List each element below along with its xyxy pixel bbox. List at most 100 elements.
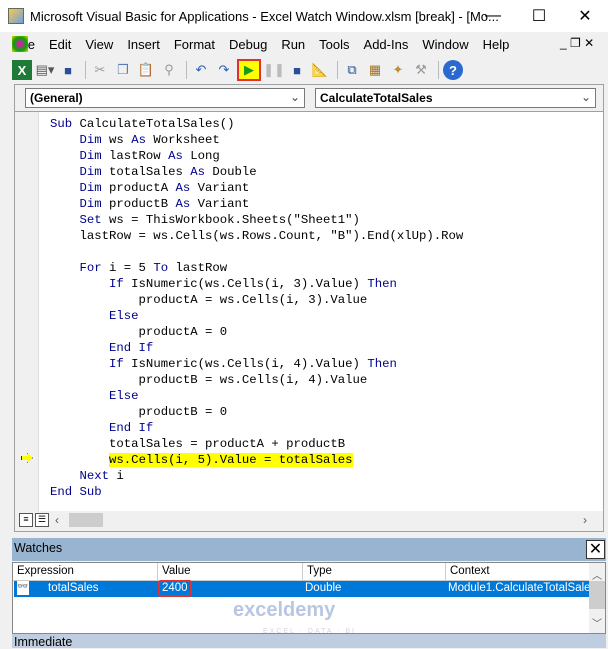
- code-line[interactable]: totalSales = productA + productB: [50, 436, 345, 452]
- code-keyword: As: [190, 165, 205, 179]
- redo-icon[interactable]: ↷: [214, 60, 234, 80]
- margin-indicator-bar[interactable]: [15, 112, 39, 512]
- vba-menu-icon[interactable]: [12, 36, 28, 52]
- code-line[interactable]: Sub CalculateTotalSales(): [50, 116, 235, 132]
- child-window-controls[interactable]: _ ❐ ✕: [560, 36, 594, 50]
- column-header-type[interactable]: Type: [303, 563, 446, 581]
- code-line[interactable]: productA = ws.Cells(i, 3).Value: [50, 292, 368, 308]
- code-line[interactable]: productA = 0: [50, 324, 228, 340]
- menu-view[interactable]: View: [85, 37, 113, 52]
- code-keyword: Then: [367, 357, 397, 371]
- vertical-scrollbar[interactable]: ︿ ﹀: [589, 563, 605, 633]
- code-text: Variant: [190, 197, 250, 211]
- menu-insert[interactable]: Insert: [127, 37, 160, 52]
- code-line[interactable]: Dim lastRow As Long: [50, 148, 220, 164]
- scroll-up-icon[interactable]: ︿: [592, 567, 602, 582]
- code-text: i: [109, 469, 124, 483]
- code-line[interactable]: Dim productA As Variant: [50, 180, 250, 196]
- code-text: productB: [101, 197, 176, 211]
- code-keyword: Dim: [50, 165, 102, 179]
- object-browser-icon[interactable]: ✦: [388, 60, 408, 80]
- watch-list[interactable]: Expression Value Type Context 👓 totalSal…: [12, 562, 606, 635]
- code-line[interactable]: End If: [50, 420, 153, 436]
- project-explorer-icon[interactable]: ⧉: [342, 60, 362, 80]
- code-keyword: If: [50, 357, 124, 371]
- toolbox-icon[interactable]: ⚒: [411, 60, 431, 80]
- menu-help[interactable]: Help: [483, 37, 510, 52]
- procedure-combo[interactable]: CalculateTotalSales ⌄: [315, 88, 596, 108]
- code-line[interactable]: End Sub: [50, 484, 102, 500]
- menu-edit[interactable]: Edit: [49, 37, 71, 52]
- menu-tools[interactable]: Tools: [319, 37, 349, 52]
- full-module-view-icon[interactable]: ☰: [35, 513, 49, 527]
- design-mode-icon[interactable]: 📐: [310, 60, 330, 80]
- code-keyword: Dim: [50, 181, 102, 195]
- code-line[interactable]: Dim totalSales As Double: [50, 164, 257, 180]
- cut-icon[interactable]: ✂: [90, 60, 110, 80]
- horizontal-scrollbar[interactable]: ≡ ☰ ‹ ›: [15, 511, 603, 531]
- menu-run[interactable]: Run: [281, 37, 305, 52]
- procedure-view-icon[interactable]: ≡: [19, 513, 33, 527]
- copy-icon[interactable]: ❐: [113, 60, 133, 80]
- code-editor[interactable]: Sub CalculateTotalSales() Dim ws As Work…: [15, 111, 603, 512]
- code-text: Worksheet: [145, 133, 220, 147]
- menu-add-ins[interactable]: Add-Ins: [364, 37, 409, 52]
- column-header-value[interactable]: Value: [158, 563, 303, 581]
- save-icon[interactable]: ■: [58, 60, 78, 80]
- break-icon[interactable]: ❚❚: [263, 60, 285, 80]
- find-icon[interactable]: ⚲: [159, 60, 179, 80]
- scroll-right-icon[interactable]: ›: [583, 513, 587, 527]
- code-text: ws: [101, 133, 132, 147]
- code-text: IsNumeric(ws.Cells(i, 4).Value): [123, 357, 368, 371]
- code-keyword: Dim: [50, 149, 102, 163]
- close-icon[interactable]: ✕: [586, 540, 605, 559]
- code-line[interactable]: Else: [50, 308, 139, 324]
- scroll-down-icon[interactable]: ﹀: [592, 615, 602, 630]
- object-combo[interactable]: (General) ⌄: [25, 88, 305, 108]
- close-button[interactable]: ✕: [562, 0, 608, 32]
- code-line[interactable]: Dim productB As Variant: [50, 196, 250, 212]
- code-line[interactable]: Else: [50, 388, 139, 404]
- code-line[interactable]: Set ws = ThisWorkbook.Sheets("Sheet1"): [50, 212, 360, 228]
- maximize-button[interactable]: ☐: [516, 0, 562, 32]
- code-text: totalSales = productA + productB: [50, 437, 346, 451]
- code-line[interactable]: For i = 5 To lastRow: [50, 260, 228, 276]
- code-text: lastRow: [168, 261, 228, 275]
- column-header-context[interactable]: Context: [446, 563, 591, 581]
- help-icon[interactable]: ?: [443, 60, 463, 80]
- code-line[interactable]: productB = ws.Cells(i, 4).Value: [50, 372, 368, 388]
- scroll-left-icon[interactable]: ‹: [55, 513, 59, 527]
- menu-debug[interactable]: Debug: [229, 37, 267, 52]
- code-line[interactable]: lastRow = ws.Cells(ws.Rows.Count, "B").E…: [50, 228, 464, 244]
- menu-window[interactable]: Window: [422, 37, 468, 52]
- code-line[interactable]: ws.Cells(i, 5).Value = totalSales: [50, 452, 353, 468]
- scroll-thumb[interactable]: [69, 513, 103, 527]
- minimize-button[interactable]: —: [470, 0, 516, 32]
- excel-view-icon[interactable]: X: [12, 60, 32, 80]
- code-keyword: Then: [367, 277, 397, 291]
- menu-format[interactable]: Format: [174, 37, 215, 52]
- run-continue-icon[interactable]: ▶: [237, 59, 261, 81]
- scroll-thumb[interactable]: [589, 581, 605, 609]
- code-keyword: To: [153, 261, 169, 275]
- insert-module-icon[interactable]: ▤▾: [35, 60, 55, 80]
- column-header-expression[interactable]: Expression: [13, 563, 158, 581]
- watermark-brand: exceldemy: [233, 599, 336, 621]
- code-line[interactable]: If IsNumeric(ws.Cells(i, 4).Value) Then: [50, 356, 397, 372]
- properties-icon[interactable]: ▦: [365, 60, 385, 80]
- chevron-down-icon[interactable]: ⌄: [290, 90, 300, 104]
- code-keyword: Else: [50, 309, 139, 323]
- watch-type: Double: [305, 582, 342, 594]
- code-line[interactable]: Next i: [50, 468, 124, 484]
- code-text: Double: [204, 165, 257, 179]
- paste-icon[interactable]: 📋: [136, 60, 156, 80]
- code-line[interactable]: productB = 0: [50, 404, 228, 420]
- chevron-down-icon[interactable]: ⌄: [581, 90, 591, 104]
- code-line[interactable]: If IsNumeric(ws.Cells(i, 3).Value) Then: [50, 276, 397, 292]
- code-line[interactable]: End If: [50, 340, 153, 356]
- undo-icon[interactable]: ↶: [191, 60, 211, 80]
- code-line[interactable]: Dim ws As Worksheet: [50, 132, 220, 148]
- reset-icon[interactable]: ■: [287, 60, 307, 80]
- watch-row[interactable]: 👓 totalSales 2400 Double Module1.Calcula…: [14, 580, 596, 597]
